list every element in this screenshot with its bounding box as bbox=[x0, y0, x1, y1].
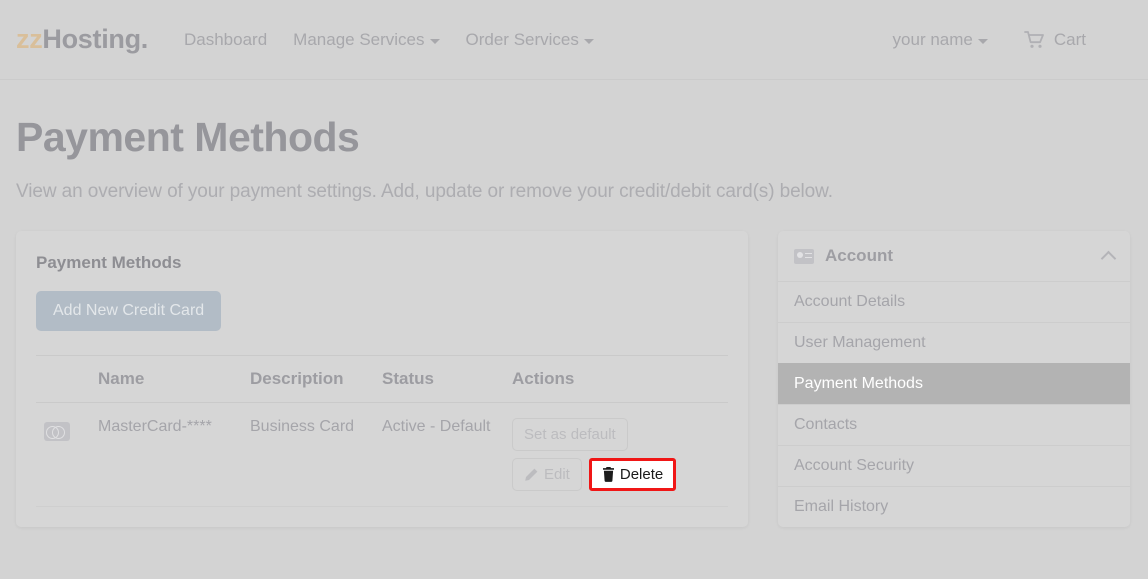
column-header-description: Description bbox=[242, 355, 374, 404]
user-menu-label: your name bbox=[892, 29, 973, 49]
cell-card-status: Active - Default bbox=[374, 402, 504, 508]
column-header-icon bbox=[36, 355, 90, 404]
top-navbar: zzHosting. Dashboard Manage Services Ord… bbox=[0, 0, 1148, 80]
primary-nav: Dashboard Manage Services Order Services bbox=[184, 30, 594, 50]
account-sidebar: Account Account Details User Management … bbox=[778, 231, 1130, 528]
page-content: Payment Methods Add New Credit Card Name… bbox=[0, 203, 1148, 528]
navbar-right-group: your name Cart bbox=[893, 30, 1132, 50]
brand-accent-text: zz bbox=[16, 24, 43, 54]
column-header-status: Status bbox=[374, 355, 504, 404]
column-header-name: Name bbox=[90, 355, 242, 404]
nav-item-order-services[interactable]: Order Services bbox=[466, 30, 594, 50]
cart-link[interactable]: Cart bbox=[1023, 29, 1086, 50]
nav-item-label: Order Services bbox=[465, 29, 579, 49]
table-row: MasterCard-**** Business Card Active - D… bbox=[36, 402, 728, 508]
add-new-credit-card-button[interactable]: Add New Credit Card bbox=[36, 291, 222, 332]
panel-heading: Payment Methods bbox=[36, 253, 182, 273]
mastercard-icon bbox=[44, 422, 70, 442]
nav-item-label: Dashboard bbox=[184, 29, 268, 49]
row-actions: Set as default Edit Delete bbox=[512, 418, 702, 492]
cell-card-icon bbox=[36, 402, 90, 508]
chevron-up-icon[interactable] bbox=[1100, 250, 1117, 266]
sidebar-item-contacts[interactable]: Contacts bbox=[778, 404, 1130, 445]
chevron-down-icon bbox=[977, 38, 988, 44]
cell-card-actions: Set as default Edit Delete bbox=[504, 402, 728, 508]
sidebar-item-account-details[interactable]: Account Details bbox=[778, 281, 1130, 322]
edit-label: Edit bbox=[544, 466, 570, 484]
payment-methods-table: Name Description Status Actions MasterCa… bbox=[36, 355, 728, 508]
pencil-icon bbox=[524, 468, 538, 482]
nav-item-dashboard[interactable]: Dashboard bbox=[184, 30, 267, 50]
brand-rest-text: Hosting. bbox=[42, 24, 148, 54]
set-as-default-button[interactable]: Set as default bbox=[512, 418, 628, 452]
trash-icon bbox=[602, 467, 615, 482]
delete-button[interactable]: Delete bbox=[588, 458, 677, 492]
cell-card-name: MasterCard-**** bbox=[90, 402, 242, 508]
brand-logo[interactable]: zzHosting. bbox=[16, 24, 148, 55]
sidebar-header-label: Account bbox=[825, 246, 893, 266]
id-card-icon bbox=[794, 248, 814, 264]
edit-button[interactable]: Edit bbox=[512, 458, 582, 492]
nav-item-label: Manage Services bbox=[293, 29, 425, 49]
cart-label: Cart bbox=[1053, 29, 1086, 49]
column-header-actions: Actions bbox=[504, 355, 728, 404]
user-menu[interactable]: your name bbox=[893, 30, 988, 50]
delete-label: Delete bbox=[619, 466, 664, 484]
cell-card-description: Business Card bbox=[242, 402, 374, 508]
sidebar-item-email-history[interactable]: Email History bbox=[778, 486, 1130, 527]
sidebar-item-payment-methods[interactable]: Payment Methods bbox=[778, 363, 1130, 405]
sidebar-item-user-management[interactable]: User Management bbox=[778, 322, 1130, 363]
shopping-cart-icon bbox=[1023, 30, 1045, 49]
sidebar-item-account-security[interactable]: Account Security bbox=[778, 445, 1130, 486]
table-header-row: Name Description Status Actions bbox=[36, 355, 728, 404]
sidebar-header-account[interactable]: Account bbox=[778, 231, 1130, 281]
nav-item-manage-services[interactable]: Manage Services bbox=[293, 29, 440, 50]
chevron-down-icon bbox=[429, 38, 440, 44]
chevron-down-icon bbox=[583, 38, 594, 44]
payment-methods-panel: Payment Methods Add New Credit Card Name… bbox=[16, 231, 748, 528]
page-title: Payment Methods bbox=[16, 114, 360, 160]
page-header: Payment Methods View an overview of your… bbox=[0, 80, 1148, 203]
page-subtitle: View an overview of your payment setting… bbox=[16, 181, 833, 203]
